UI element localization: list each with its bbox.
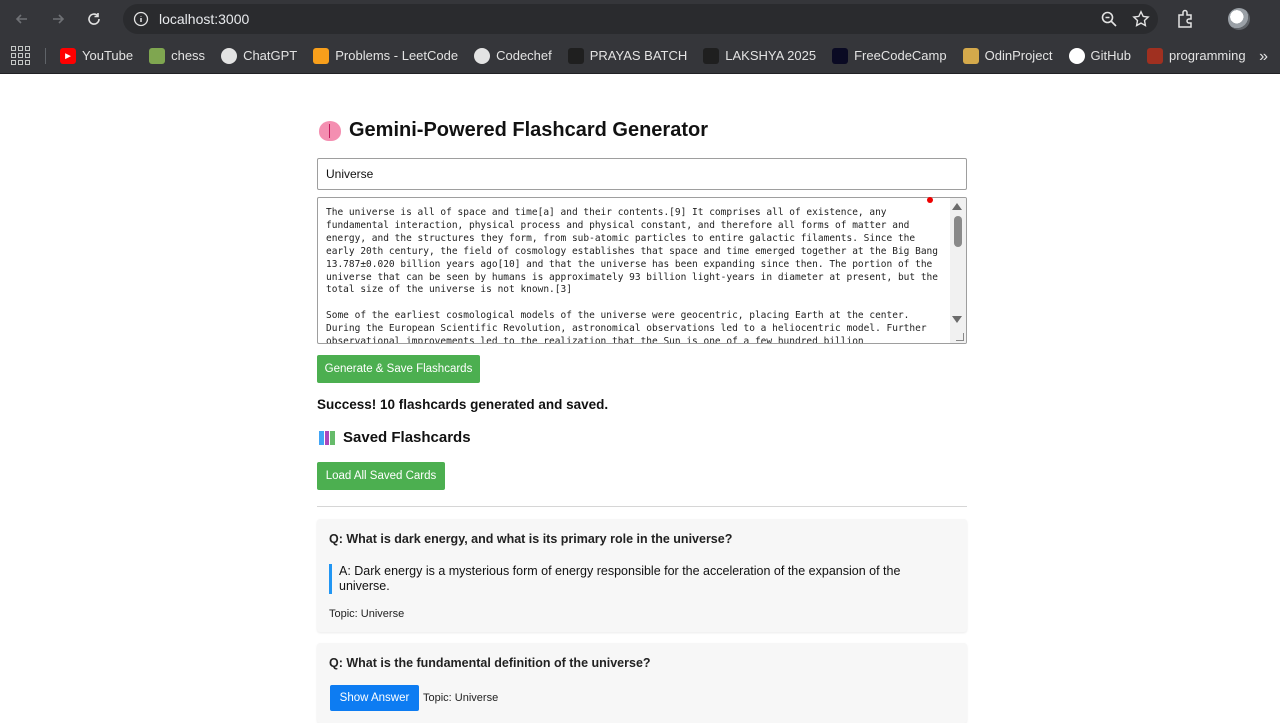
page-content: Gemini-Powered Flashcard Generator Unive…	[0, 75, 1280, 723]
bookmark-item[interactable]: FreeCodeCamp	[832, 42, 955, 70]
bookmark-item[interactable]: ChatGPT	[221, 42, 305, 70]
url-text: localhost:3000	[159, 11, 250, 27]
pw-icon	[703, 47, 720, 64]
bookmark-label: PRAYAS BATCH	[589, 48, 688, 63]
flashcard-question: Q: What is dark energy, and what is its …	[329, 532, 733, 546]
flashcard-answer: A: Dark energy is a mysterious form of e…	[329, 564, 949, 594]
back-button[interactable]	[4, 0, 40, 38]
bookmark-item[interactable]: OdinProject	[962, 42, 1061, 70]
flashcard-question: Q: What is the fundamental definition of…	[329, 656, 651, 670]
scroll-thumb[interactable]	[954, 216, 962, 247]
chatgpt-icon	[221, 47, 238, 64]
bookmarks-divider	[45, 47, 46, 64]
topic-input-value: Universe	[326, 167, 374, 181]
load-saved-cards-button[interactable]: Load All Saved Cards	[317, 462, 445, 490]
page-title: Gemini-Powered Flashcard Generator	[319, 119, 708, 142]
arrow-right-icon	[53, 14, 65, 24]
saved-heading-text: Saved Flashcards	[343, 429, 471, 446]
zoom-icon[interactable]	[1100, 10, 1118, 28]
bookmark-label: YouTube	[82, 48, 134, 63]
bookmark-label: LAKSHYA 2025	[725, 48, 817, 63]
flashcard: Q: What is dark energy, and what is its …	[317, 519, 967, 632]
bookmark-label: programming	[1169, 48, 1246, 63]
bookmark-item[interactable]: PRAYAS BATCH	[567, 42, 696, 70]
source-text-area[interactable]: The universe is all of space and time[a]…	[317, 197, 967, 344]
bookmark-item[interactable]: LAKSHYA 2025	[703, 42, 824, 70]
bookmark-item[interactable]: ▶ YouTube	[60, 42, 141, 70]
bookmark-label: chess	[171, 48, 206, 63]
bookmarks-bar: ▶ YouTube chess ChatGPT Problems - LeetCode C…	[0, 38, 1280, 74]
status-message: Success! 10 flashcards generated and sav…	[317, 397, 609, 412]
bookmark-item[interactable]: GitHub	[1068, 42, 1139, 70]
reload-button[interactable]	[76, 0, 112, 38]
scroll-down-arrow-icon[interactable]	[952, 316, 962, 323]
bookmark-star-icon[interactable]	[1132, 10, 1150, 28]
flashcard-topic: Topic: Universe	[423, 692, 499, 704]
bookmark-item[interactable]: chess	[149, 42, 213, 70]
red-dot-icon	[927, 197, 933, 203]
bookmark-item[interactable]: programming	[1147, 42, 1254, 70]
source-text-value: The universe is all of space and time[a]…	[326, 207, 938, 344]
bookmark-label: FreeCodeCamp	[854, 48, 947, 63]
bookmark-list: ▶ YouTube chess ChatGPT Problems - LeetCode C…	[60, 42, 1262, 70]
resize-handle-icon[interactable]	[956, 333, 964, 341]
divider	[317, 506, 967, 507]
reload-icon	[88, 13, 100, 25]
forward-button[interactable]	[40, 0, 76, 38]
codechef-icon	[474, 47, 491, 64]
flashcard-topic: Topic: Universe	[329, 608, 405, 620]
bookmark-label: Problems - LeetCode	[335, 48, 459, 63]
show-answer-button[interactable]: Show Answer	[330, 685, 419, 711]
flashcard: Q: What is the fundamental definition of…	[317, 643, 967, 723]
chess-pawn-icon	[149, 47, 166, 64]
bookmark-label: OdinProject	[984, 48, 1053, 63]
apps-grid-icon[interactable]	[11, 45, 31, 66]
bookmark-item[interactable]: Problems - LeetCode	[313, 42, 466, 70]
scroll-up-arrow-icon[interactable]	[952, 203, 962, 210]
saved-flashcards-heading: Saved Flashcards	[319, 429, 471, 446]
books-icon	[319, 430, 336, 445]
bookmark-label: Codechef	[496, 48, 552, 63]
brain-icon	[319, 120, 341, 141]
freecodecamp-icon	[832, 47, 849, 64]
youtube-icon: ▶	[60, 47, 76, 64]
bookmark-label: ChatGPT	[243, 48, 298, 63]
pw-icon	[567, 47, 584, 64]
leetcode-icon	[313, 47, 330, 64]
page-title-text: Gemini-Powered Flashcard Generator	[349, 119, 708, 141]
folder-icon	[1147, 47, 1163, 64]
more-bookmarks-chevron-icon[interactable]: »	[1259, 48, 1268, 66]
topic-input[interactable]: Universe	[317, 158, 967, 190]
extensions-icon[interactable]	[1175, 8, 1197, 30]
bookmark-item[interactable]: Codechef	[474, 42, 560, 70]
textarea-scrollbar[interactable]	[950, 198, 966, 343]
browser-toolbar: localhost:3000	[0, 0, 1280, 38]
site-info-icon[interactable]	[126, 4, 156, 34]
bookmark-label: GitHub	[1090, 48, 1131, 63]
profile-avatar[interactable]	[1228, 8, 1250, 30]
generate-save-button[interactable]: Generate & Save Flashcards	[317, 355, 480, 383]
odin-icon	[962, 47, 979, 64]
address-bar[interactable]: localhost:3000	[123, 4, 1158, 34]
arrow-left-icon	[15, 14, 27, 24]
github-icon	[1068, 47, 1085, 64]
